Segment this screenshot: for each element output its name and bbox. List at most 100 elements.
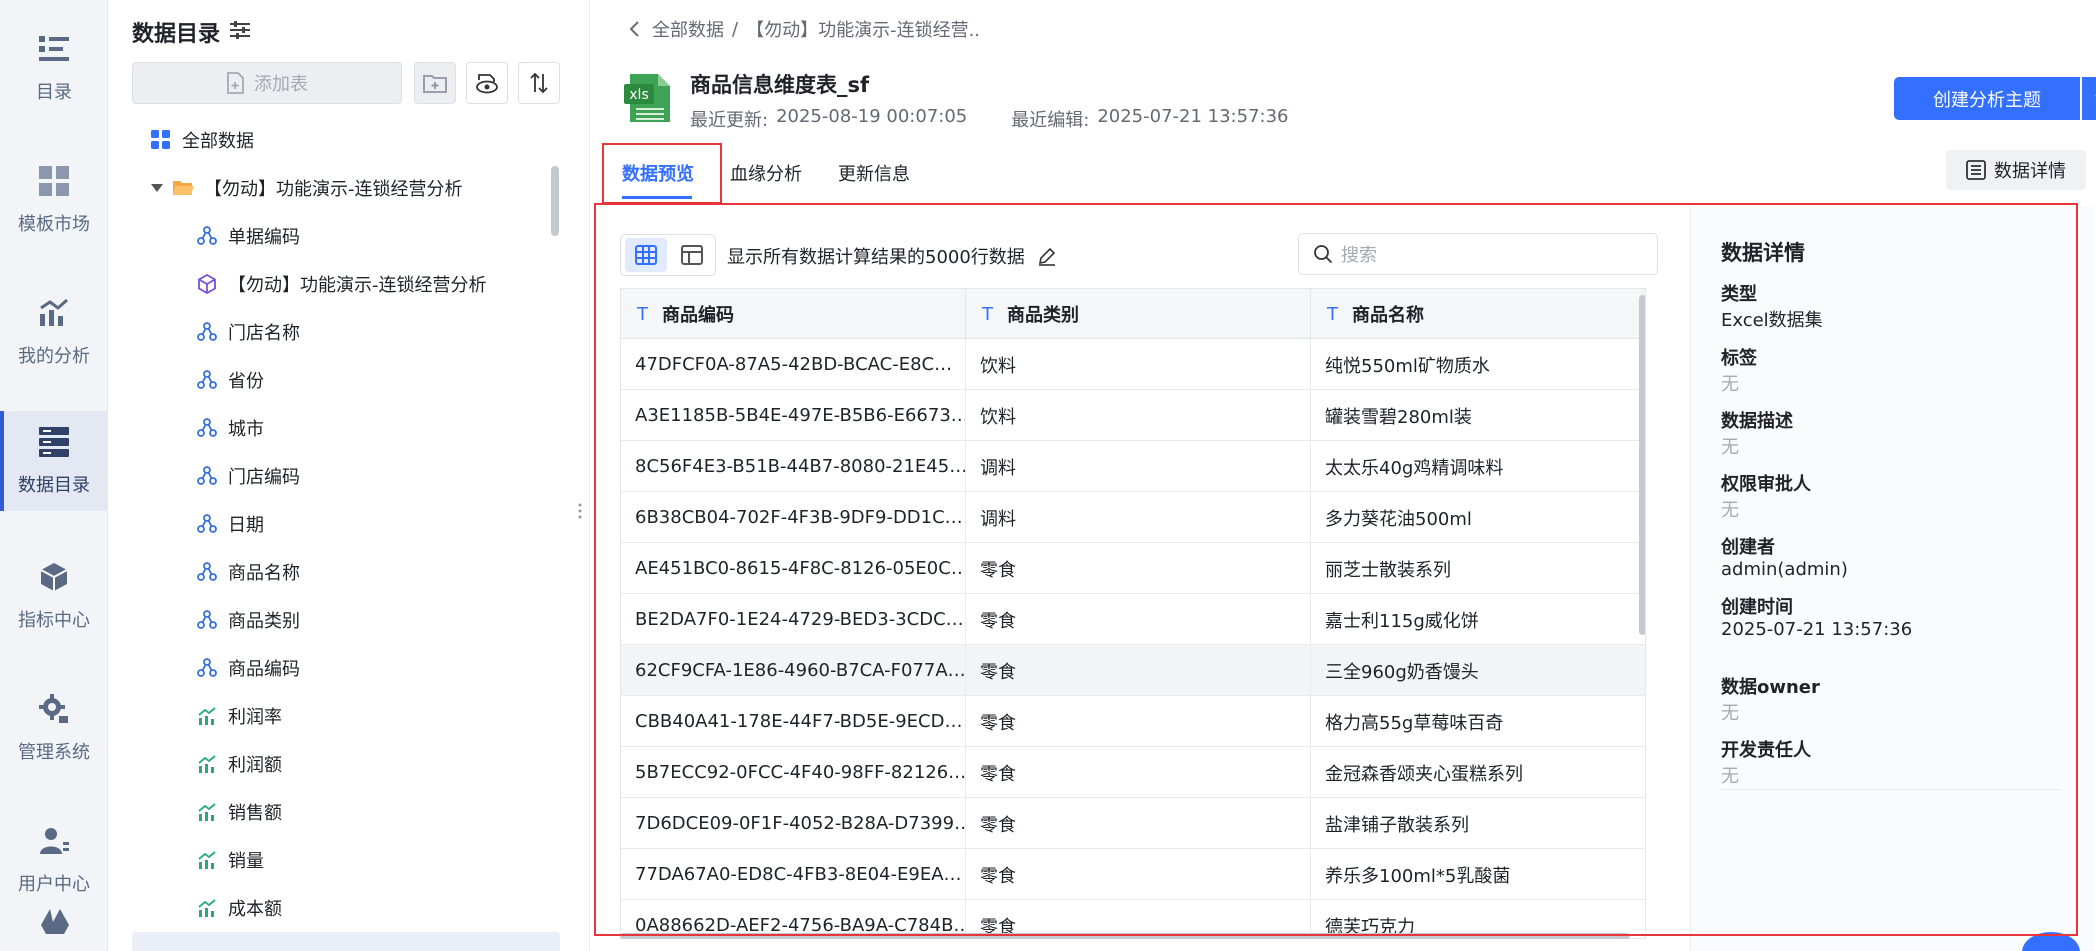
layout-view-button[interactable] [671, 238, 713, 272]
my-analysis-icon [37, 296, 71, 330]
column-header-label: 商品名称 [1352, 305, 1424, 326]
tree-item[interactable]: 销售额 [196, 788, 282, 836]
table-cell: 5B7ECC92-0FCC-4F40-98FF-82126… [621, 747, 966, 798]
table-row[interactable]: 47DFCF0A-87A5-42BD-BCAC-E8C… 饮料 纯悦550ml矿物质… [621, 339, 1645, 390]
caret-down-icon[interactable] [150, 177, 164, 199]
rail-label: 管理系统 [18, 742, 90, 763]
detail-field-label: 标签 [1721, 348, 1757, 369]
rail-item-data-catalog[interactable]: 数据目录 [0, 411, 108, 511]
table-row[interactable]: 5B7ECC92-0FCC-4F40-98FF-82126… 零食 金冠森香颂夹心蛋… [621, 747, 1645, 798]
tree-item[interactable]: 成本额 [196, 884, 282, 932]
tab-lineage[interactable]: 血缘分析 [730, 160, 802, 186]
breadcrumb-root[interactable]: 全部数据 [652, 16, 724, 42]
table-row[interactable]: AE451BC0-8615-4F8C-8126-05E0C… 零食 丽芝士散装系列 [621, 543, 1645, 594]
rail-item-user-center[interactable]: 用户中心 [0, 810, 108, 910]
dimension-icon [196, 417, 218, 439]
tree-item[interactable]: 利润率 [196, 692, 282, 740]
tree-item[interactable]: 销量 [196, 836, 264, 884]
table-cell: 62CF9CFA-1E86-4960-B7CA-F077A… [621, 645, 966, 696]
tab-update-info[interactable]: 更新信息 [838, 160, 910, 186]
sort-button[interactable] [518, 62, 560, 104]
table-row[interactable]: 62CF9CFA-1E86-4960-B7CA-F077A… 零食 三全960g奶香… [621, 645, 1645, 696]
create-analysis-button[interactable]: 创建分析主题 [1894, 77, 2080, 120]
column-header[interactable]: T 商品名称 [1311, 289, 1645, 339]
filter-settings-icon[interactable] [228, 18, 252, 42]
create-dropdown-button[interactable] [2082, 77, 2096, 120]
detail-field-value: Excel数据集 [1721, 310, 1823, 331]
tab-data-preview[interactable]: 数据预览 [622, 160, 694, 186]
tree-item[interactable]: 日期 [196, 500, 264, 548]
tree-item[interactable]: 【勿动】功能演示-连锁经营分析 [196, 260, 487, 308]
table-row[interactable]: 7D6DCE09-0F1F-4052-B28A-D7399… 零食 盐津铺子散装系列 [621, 798, 1645, 849]
data-details-button[interactable]: 数据详情 [1946, 150, 2086, 190]
user-center-icon [37, 824, 71, 858]
add-folder-icon [423, 75, 447, 93]
back-chevron-icon[interactable] [628, 20, 642, 38]
tree-item[interactable]: 商品名称 [196, 548, 300, 596]
eye-icon [476, 74, 498, 94]
column-header[interactable]: T 商品类别 [966, 289, 1311, 339]
table-cell: 47DFCF0A-87A5-42BD-BCAC-E8C… [621, 339, 966, 390]
drive-icon[interactable] [40, 908, 70, 936]
resize-handle[interactable] [578, 503, 582, 519]
detail-field-value: 2025-07-21 13:57:36 [1721, 619, 1913, 640]
tree-folder[interactable]: 【勿动】功能演示-连锁经营分析 [150, 164, 463, 212]
table-row[interactable]: BE2DA7F0-1E24-4729-BED3-3CDC… 零食 嘉士利115g威化… [621, 594, 1645, 645]
new-folder-button[interactable] [414, 62, 456, 104]
rail-item-my-analysis[interactable]: 我的分析 [0, 282, 108, 382]
add-file-icon [227, 72, 244, 94]
divider [1721, 789, 2061, 790]
table-row[interactable]: CBB40A41-178E-44F7-BD5E-9ECD… 零食 格力高55g草莓味… [621, 696, 1645, 747]
row-count-hint: 显示所有数据计算结果的5000行数据 [727, 243, 1057, 269]
table-cell: 饮料 [966, 339, 1311, 390]
tree-scrollbar[interactable] [551, 166, 559, 236]
tree-item-label: 【勿动】功能演示-连锁经营分析 [228, 275, 487, 296]
edit-icon[interactable] [1037, 246, 1057, 266]
rail-item-catalog[interactable]: 目录 [0, 18, 108, 118]
list-doc-icon [1966, 160, 1986, 180]
table-row[interactable]: A3E1185B-5B4E-497E-B5B6-E6673… 饮料 罐装雪碧280m… [621, 390, 1645, 441]
dimension-icon [196, 321, 218, 343]
cube-icon [196, 273, 218, 295]
grid-apps-icon [150, 129, 172, 151]
table-row[interactable]: 77DA67A0-ED8C-4FB3-8E04-E9EA… 零食 养乐多100ml*… [621, 849, 1645, 900]
tree-title: 数据目录 [132, 22, 221, 47]
rail-item-metrics-center[interactable]: 指标中心 [0, 546, 108, 646]
tree-item[interactable]: 省份 [196, 356, 264, 404]
active-tab-indicator [622, 196, 692, 199]
table-horizontal-scrollbar[interactable] [620, 933, 1630, 939]
column-header[interactable]: T 商品编码 [621, 289, 966, 339]
rail-label: 模板市场 [18, 214, 90, 235]
tree-item[interactable]: 利润额 [196, 740, 282, 788]
data-table: T 商品编码 T 商品类别 T 商品名称 47DFCF0A-87A5-42BD-BCA… [620, 288, 1646, 939]
tree-item[interactable]: 商品编码 [196, 644, 300, 692]
table-vertical-scrollbar[interactable] [1639, 295, 1645, 635]
tree-item[interactable]: 商品类别 [196, 596, 300, 644]
preview-toggle-button[interactable] [466, 62, 508, 104]
tree-item[interactable]: 单据编码 [196, 212, 300, 260]
add-table-button[interactable]: 添加表 [132, 62, 402, 104]
table-cell: 三全960g奶香馒头 [1325, 661, 1479, 683]
table-row[interactable]: 6B38CB04-702F-4F3B-9DF9-DD1C… 调料 多力葵花油500m… [621, 492, 1645, 543]
rail-item-admin-system[interactable]: 管理系统 [0, 678, 108, 778]
tree-item-all-data[interactable]: 全部数据 [150, 116, 254, 164]
tree-item-label: 全部数据 [182, 131, 254, 152]
rail-item-template-market[interactable]: 模板市场 [0, 150, 108, 250]
breadcrumb-current[interactable]: 【勿动】功能演示-连锁经营.. [746, 16, 980, 42]
detail-field-label: 创建者 [1721, 537, 1775, 558]
tree-selected-row[interactable] [132, 932, 560, 951]
dataset-title: 商品信息维度表_sf [690, 73, 870, 97]
add-table-label: 添加表 [254, 74, 308, 95]
tree-item[interactable]: 城市 [196, 404, 264, 452]
tree-item[interactable]: 门店名称 [196, 308, 300, 356]
table-row[interactable]: 8C56F4E3-B51B-44B7-8080-21E45… 调料 太太乐40g鸡精… [621, 441, 1645, 492]
dimension-icon [196, 369, 218, 391]
tree-item[interactable]: 门店编码 [196, 452, 300, 500]
grid-view-button[interactable] [625, 238, 667, 272]
rail-label: 目录 [36, 82, 72, 103]
tree-item-label: 省份 [228, 371, 264, 392]
table-cell: 丽芝士散装系列 [1325, 559, 1451, 581]
tree-item-label: 门店编码 [228, 467, 300, 488]
search-box[interactable]: 搜索 [1298, 233, 1658, 275]
tree-item-label: 商品类别 [228, 611, 300, 632]
